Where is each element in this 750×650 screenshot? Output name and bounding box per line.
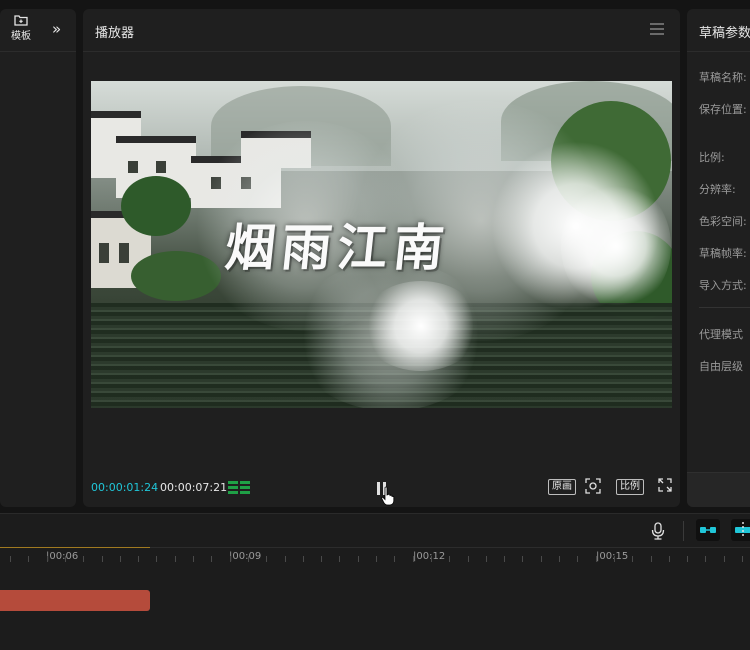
ruler-minor-tick bbox=[174, 556, 176, 562]
collapse-icon[interactable]: » bbox=[52, 20, 61, 38]
toolbar-divider bbox=[683, 521, 684, 541]
ruler-minor-tick bbox=[46, 556, 48, 562]
draft-params-title: 草稿参数 bbox=[699, 26, 750, 41]
right-panel-footer bbox=[687, 472, 750, 507]
mist-effect bbox=[561, 181, 671, 311]
ruler-minor-tick bbox=[284, 556, 286, 562]
ruler-minor-tick bbox=[559, 556, 560, 562]
audio-meter-icon bbox=[228, 481, 250, 495]
player-title: 播放器 bbox=[95, 26, 135, 41]
ruler-minor-tick bbox=[302, 556, 304, 562]
ruler-minor-tick bbox=[156, 556, 158, 562]
ruler-tick-label: |00:09 bbox=[229, 551, 262, 562]
ruler-minor-tick bbox=[193, 556, 194, 562]
fit-view-icon[interactable] bbox=[585, 478, 601, 494]
template-tab[interactable]: 模板 bbox=[6, 14, 36, 42]
ruler-minor-tick bbox=[650, 556, 652, 562]
ruler-minor-tick bbox=[211, 556, 213, 562]
ruler-tick-label: |00:12 bbox=[413, 551, 446, 562]
ruler-minor-tick bbox=[613, 556, 615, 562]
original-quality-button[interactable]: 原画 bbox=[548, 479, 576, 495]
ruler-minor-tick bbox=[705, 556, 707, 562]
timeline-panel: |00:06 |00:09 |00:12 |00:15 bbox=[0, 513, 750, 650]
hand-cursor-icon bbox=[381, 486, 395, 506]
param-draft-name: 草稿名称: bbox=[699, 71, 747, 84]
video-preview[interactable]: 烟雨江南 bbox=[91, 81, 672, 408]
ruler-minor-tick bbox=[577, 556, 579, 562]
ruler-minor-tick bbox=[376, 556, 377, 562]
microphone-icon[interactable] bbox=[651, 522, 665, 540]
param-resolution: 分辨率: bbox=[699, 183, 736, 196]
proxy-mode-label: 代理模式（ bbox=[699, 328, 750, 341]
current-time: 00:00:01:24 bbox=[91, 481, 159, 494]
ruler-minor-tick bbox=[83, 556, 85, 562]
ruler-minor-tick bbox=[28, 556, 30, 562]
param-save-location: 保存位置: bbox=[699, 103, 747, 116]
draft-params-panel: 草稿参数 草稿名称: 保存位置: 比例: 分辨率: 色彩空间: 草稿帧率: 导入… bbox=[687, 9, 750, 507]
ruler-minor-tick bbox=[357, 556, 359, 562]
ruler-minor-tick bbox=[64, 556, 66, 562]
ruler-minor-tick bbox=[394, 556, 396, 562]
ruler-minor-tick bbox=[321, 556, 323, 562]
work-area-marker bbox=[0, 547, 150, 548]
param-color-space: 色彩空间: bbox=[699, 215, 747, 228]
template-icon bbox=[14, 15, 28, 26]
link-icon bbox=[700, 527, 716, 533]
ruler-minor-tick bbox=[10, 556, 11, 562]
ruler-minor-tick bbox=[449, 556, 451, 562]
ruler-minor-tick bbox=[430, 556, 432, 562]
ruler-minor-tick bbox=[339, 556, 341, 562]
ruler-minor-tick bbox=[266, 556, 268, 562]
timeline-clip[interactable] bbox=[0, 590, 150, 611]
ruler-minor-tick bbox=[504, 556, 506, 562]
ruler-minor-tick bbox=[485, 556, 487, 562]
video-title-text: 烟雨江南 bbox=[222, 218, 453, 277]
timeline-ruler[interactable]: |00:06 |00:09 |00:12 |00:15 bbox=[0, 547, 750, 566]
ruler-minor-tick bbox=[595, 556, 597, 562]
total-duration: 00:00:07:21 bbox=[160, 481, 228, 494]
ruler-minor-tick bbox=[723, 556, 725, 562]
ruler-minor-tick bbox=[412, 556, 414, 562]
ruler-minor-tick bbox=[668, 556, 670, 562]
mist-effect bbox=[361, 281, 481, 371]
ruler-minor-tick bbox=[101, 556, 103, 562]
left-panel-header: 模板 » bbox=[0, 9, 76, 52]
ruler-minor-tick bbox=[138, 556, 140, 562]
snap-icon bbox=[735, 522, 750, 538]
ruler-minor-tick bbox=[742, 556, 743, 562]
ruler-minor-tick bbox=[229, 556, 231, 562]
ruler-tick-label: |00:06 bbox=[46, 551, 79, 562]
ruler-minor-tick bbox=[540, 556, 542, 562]
ruler-tick-label: |00:15 bbox=[596, 551, 629, 562]
video-tree bbox=[121, 176, 191, 236]
ruler-minor-tick bbox=[119, 556, 121, 562]
param-frame-rate: 草稿帧率: bbox=[699, 247, 747, 260]
fullscreen-icon[interactable] bbox=[658, 478, 672, 492]
template-label: 模板 bbox=[11, 31, 31, 42]
ruler-minor-tick bbox=[632, 556, 634, 562]
param-import-mode: 导入方式: bbox=[699, 279, 747, 292]
left-panel: 模板 » bbox=[0, 9, 76, 507]
ruler-minor-tick bbox=[522, 556, 524, 562]
free-layer-label: 自由层级（ bbox=[699, 360, 750, 373]
right-panel-header: 草稿参数 bbox=[687, 9, 750, 52]
ruler-minor-tick bbox=[687, 556, 689, 562]
divider bbox=[699, 307, 750, 308]
timeline-toolbar bbox=[0, 514, 750, 547]
snap-button[interactable] bbox=[731, 519, 750, 541]
aspect-ratio-button[interactable]: 比例 bbox=[616, 479, 644, 495]
player-panel: 播放器 烟雨江南 00:00:01:24 00:00:07:21 原画 比例 bbox=[83, 9, 680, 507]
player-header: 播放器 bbox=[83, 9, 680, 52]
ruler-minor-tick bbox=[247, 556, 249, 562]
param-ratio: 比例: bbox=[699, 151, 725, 164]
ruler-minor-tick bbox=[467, 556, 469, 562]
link-button[interactable] bbox=[696, 519, 720, 541]
menu-icon[interactable] bbox=[650, 23, 664, 35]
